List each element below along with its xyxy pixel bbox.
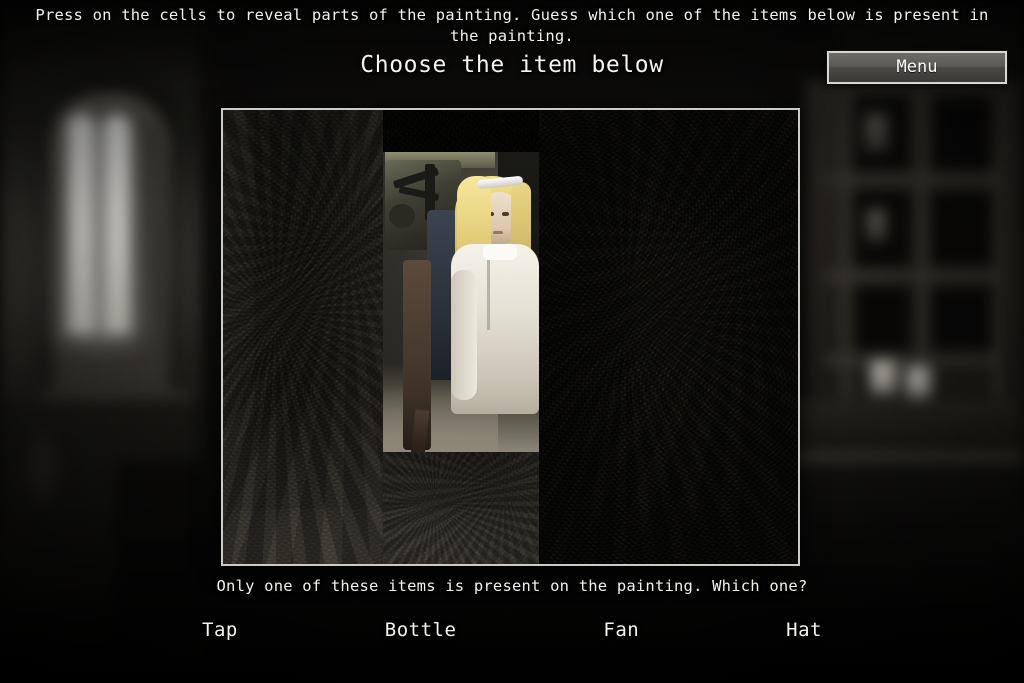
obscured-cell-left[interactable] bbox=[223, 110, 383, 564]
counter bbox=[794, 400, 1024, 460]
cabinet-shelf bbox=[824, 356, 1002, 364]
cabinet-cell bbox=[932, 96, 996, 170]
left-doorway bbox=[116, 460, 202, 640]
item-choices: Tap Bottle Fan Hat bbox=[196, 617, 828, 643]
obscured-cell-right[interactable] bbox=[539, 110, 798, 564]
window-pane-right bbox=[104, 114, 130, 334]
cabinet-post bbox=[842, 90, 851, 398]
obscured-cell-bottom[interactable] bbox=[383, 452, 539, 564]
cup bbox=[906, 366, 932, 398]
cabinet-shelf bbox=[824, 176, 1002, 184]
right-floor-shadow bbox=[784, 464, 1024, 683]
cabinet-post bbox=[918, 90, 927, 398]
counter-surface bbox=[784, 452, 1024, 464]
dress-seam bbox=[487, 260, 490, 330]
painting-frame[interactable] bbox=[221, 108, 800, 566]
cabinet-jar bbox=[864, 112, 890, 152]
woman-arm bbox=[451, 270, 477, 400]
cabinet-cell bbox=[854, 286, 910, 350]
wall-sconce bbox=[20, 430, 64, 516]
machine-part bbox=[389, 204, 415, 228]
cabinet bbox=[806, 80, 1016, 410]
woman-mouth bbox=[493, 231, 503, 234]
cabinet-shelf bbox=[824, 272, 1002, 280]
obscured-cell-top[interactable] bbox=[383, 110, 539, 152]
painting-canvas[interactable] bbox=[223, 110, 798, 564]
instruction-text: Press on the cells to reveal parts of th… bbox=[35, 6, 989, 45]
cabinet-post bbox=[993, 90, 1002, 398]
item-choice-tap[interactable]: Tap bbox=[196, 617, 244, 643]
item-choice-hat[interactable]: Hat bbox=[780, 617, 828, 643]
cabinet-jar bbox=[866, 208, 888, 242]
item-prompt-text: Only one of these items is present on th… bbox=[216, 577, 808, 595]
item-choice-fan[interactable]: Fan bbox=[597, 617, 645, 643]
game-screen: Press on the cells to reveal parts of th… bbox=[0, 0, 1024, 683]
woman-collar bbox=[483, 244, 517, 260]
cabinet-cell bbox=[932, 286, 996, 350]
window-pane-left bbox=[68, 114, 94, 334]
menu-button[interactable]: Menu bbox=[827, 51, 1007, 84]
cup bbox=[870, 360, 898, 394]
gothic-window bbox=[52, 92, 170, 392]
item-choice-bottle[interactable]: Bottle bbox=[379, 617, 463, 643]
cabinet-cell bbox=[932, 190, 996, 266]
revealed-cell[interactable] bbox=[383, 152, 539, 452]
woman-eye bbox=[502, 212, 509, 216]
